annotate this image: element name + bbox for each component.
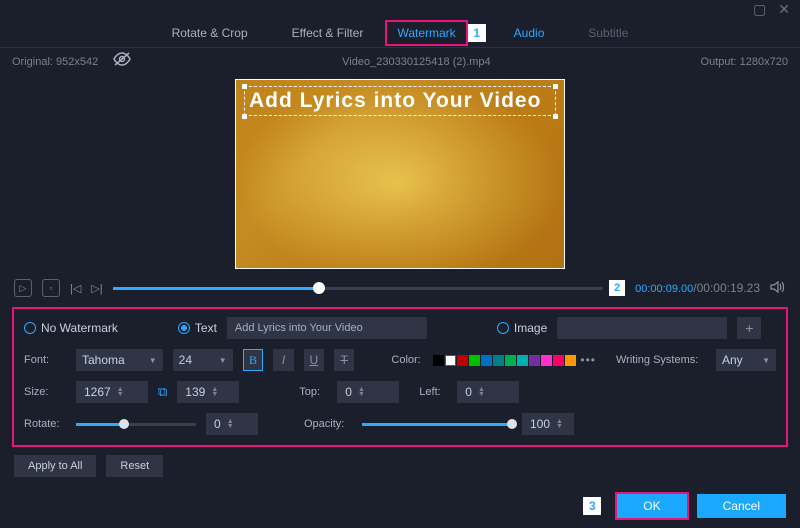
time-total: 00:00:19.23	[697, 281, 760, 295]
radio-text-label: Text	[195, 321, 217, 335]
left-label: Left:	[419, 386, 447, 398]
swatch[interactable]	[469, 355, 480, 366]
next-frame-icon[interactable]: ▷|	[91, 282, 102, 295]
size-width-input[interactable]: 1267 ▲▼	[76, 381, 148, 403]
radio-text-watermark[interactable]: Text	[178, 321, 217, 335]
bold-button[interactable]: B	[243, 349, 264, 371]
swatch[interactable]	[505, 355, 516, 366]
watermark-image-input[interactable]	[557, 317, 727, 339]
time-current: 00:00:09.00	[635, 283, 693, 295]
top-label: Top:	[299, 386, 327, 398]
writing-systems-label: Writing Systems:	[616, 354, 706, 366]
left-value: 0	[465, 385, 472, 399]
rotate-slider[interactable]	[76, 423, 196, 426]
reset-button[interactable]: Reset	[106, 455, 163, 477]
font-family-select[interactable]: Tahoma▼	[76, 349, 163, 371]
size-width-value: 1267	[84, 385, 111, 399]
swatch[interactable]	[493, 355, 504, 366]
original-size-label: Original: 952x542	[12, 56, 98, 68]
writing-systems-select[interactable]: Any▼	[716, 349, 776, 371]
size-label: Size:	[24, 386, 66, 398]
italic-button[interactable]: I	[273, 349, 293, 371]
play-button[interactable]: ▷	[14, 279, 32, 297]
spinner-icon[interactable]: ▲▼	[211, 387, 218, 397]
window-maximize-icon[interactable]: ▢	[753, 1, 766, 18]
swatch[interactable]	[433, 355, 444, 366]
spinner-icon[interactable]: ▲▼	[478, 387, 485, 397]
radio-image-watermark[interactable]: Image	[497, 321, 547, 335]
radio-no-watermark[interactable]: No Watermark	[24, 321, 118, 335]
step-badge-3: 3	[583, 497, 601, 515]
swatch[interactable]	[457, 355, 468, 366]
rotate-label: Rotate:	[24, 418, 66, 430]
font-label: Font:	[24, 354, 66, 366]
tab-subtitle[interactable]: Subtitle	[566, 20, 650, 46]
tab-audio[interactable]: Audio	[486, 20, 567, 46]
more-colors-icon[interactable]: •••	[580, 353, 596, 367]
swatch[interactable]	[541, 355, 552, 366]
ok-button[interactable]: OK	[617, 494, 686, 518]
link-aspect-icon[interactable]: ⧉	[158, 384, 167, 400]
spinner-icon[interactable]: ▲▼	[117, 387, 124, 397]
apply-to-all-button[interactable]: Apply to All	[14, 455, 96, 477]
left-input[interactable]: 0 ▲▼	[457, 381, 519, 403]
spinner-icon[interactable]: ▲▼	[358, 387, 365, 397]
watermark-text-input[interactable]	[227, 317, 427, 339]
opacity-slider[interactable]	[362, 423, 512, 426]
watermark-panel: No Watermark Text Image + Font: Tahoma▼ …	[12, 307, 788, 447]
font-size-select[interactable]: 24▼	[173, 349, 233, 371]
tab-bar: Rotate & Crop Effect & Filter Watermark …	[0, 18, 800, 48]
rotate-input[interactable]: 0 ▲▼	[206, 413, 258, 435]
swatch[interactable]	[481, 355, 492, 366]
opacity-value: 100	[530, 417, 550, 431]
swatch[interactable]	[553, 355, 564, 366]
timeline-slider[interactable]	[113, 287, 603, 290]
swatch[interactable]	[445, 355, 456, 366]
size-height-input[interactable]: 139 ▲▼	[177, 381, 239, 403]
color-swatches: •••	[433, 353, 596, 367]
spinner-icon[interactable]: ▲▼	[556, 419, 563, 429]
add-image-button[interactable]: +	[737, 317, 761, 339]
swatch[interactable]	[517, 355, 528, 366]
video-preview[interactable]: Add Lyrics into Your Video	[235, 79, 565, 269]
top-value: 0	[345, 385, 352, 399]
font-size-value: 24	[179, 353, 192, 367]
tab-effect-filter[interactable]: Effect & Filter	[270, 20, 386, 46]
swatch[interactable]	[565, 355, 576, 366]
visibility-toggle-icon[interactable]	[112, 52, 132, 71]
step-badge-2: 2	[609, 280, 625, 296]
filename-label: Video_230330125418 (2).mp4	[342, 56, 490, 68]
volume-icon[interactable]	[770, 280, 786, 297]
tab-rotate-crop[interactable]: Rotate & Crop	[150, 20, 270, 46]
window-close-icon[interactable]: ✕	[778, 1, 790, 18]
output-size-label: Output: 1280x720	[701, 56, 788, 68]
color-label: Color:	[391, 354, 423, 366]
cancel-button[interactable]: Cancel	[697, 494, 786, 518]
step-badge-1: 1	[468, 24, 486, 42]
spinner-icon[interactable]: ▲▼	[227, 419, 234, 429]
rotate-value: 0	[214, 417, 221, 431]
opacity-input[interactable]: 100 ▲▼	[522, 413, 574, 435]
writing-systems-value: Any	[722, 353, 743, 367]
size-height-value: 139	[185, 385, 205, 399]
top-input[interactable]: 0 ▲▼	[337, 381, 399, 403]
radio-no-watermark-label: No Watermark	[41, 321, 118, 335]
tab-watermark[interactable]: Watermark	[385, 20, 467, 46]
prev-frame-icon[interactable]: |◁	[70, 282, 81, 295]
tab-watermark-label: Watermark	[397, 26, 455, 40]
stop-button[interactable]: ▫	[42, 279, 60, 297]
underline-button[interactable]: U	[304, 349, 324, 371]
swatch[interactable]	[529, 355, 540, 366]
strikethrough-button[interactable]: T	[334, 349, 354, 371]
opacity-label: Opacity:	[304, 418, 352, 430]
watermark-text-overlay[interactable]: Add Lyrics into Your Video	[244, 86, 556, 116]
font-family-value: Tahoma	[82, 353, 125, 367]
radio-image-label: Image	[514, 321, 547, 335]
